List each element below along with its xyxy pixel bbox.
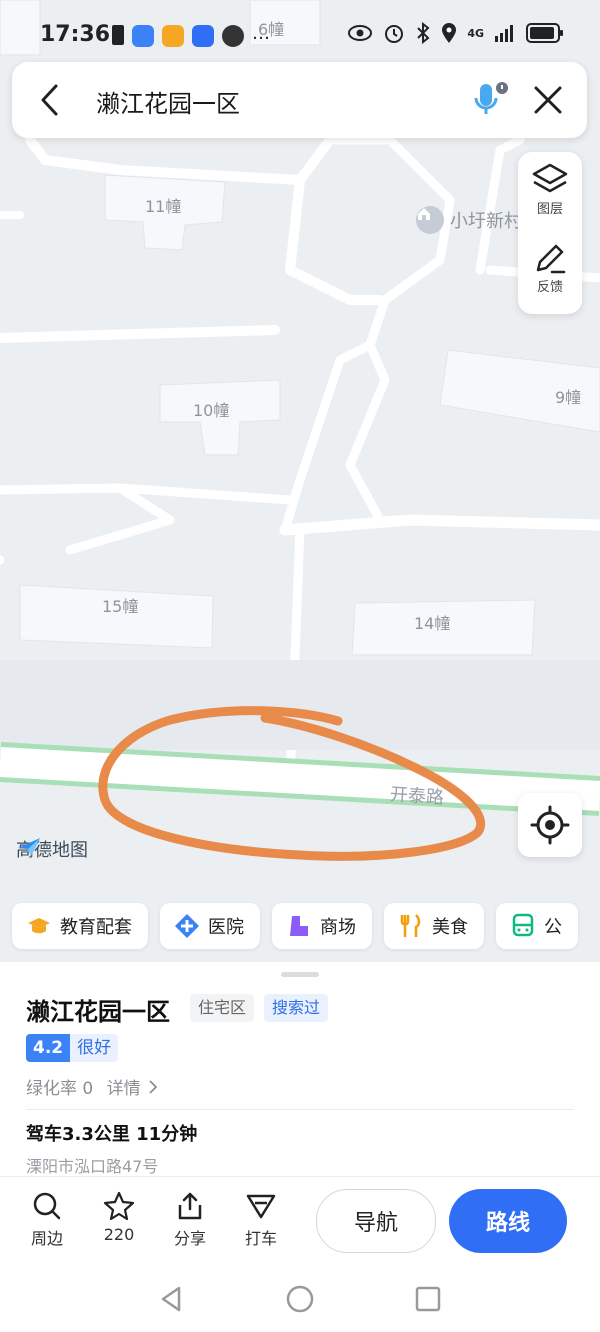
- status-time: 17:36: [40, 22, 111, 47]
- nav-home-icon[interactable]: [285, 1284, 315, 1314]
- layers-button[interactable]: 图层: [518, 162, 582, 242]
- chip-label: 公: [544, 917, 562, 938]
- taxi-icon: [246, 1194, 276, 1219]
- crosshair-icon: [530, 805, 570, 845]
- nearby-label: 周边: [30, 1229, 63, 1248]
- residential-icon: [416, 206, 444, 234]
- more-dots-icon: …: [252, 23, 270, 44]
- chip-bus[interactable]: 公: [496, 903, 578, 949]
- rating-badge: 4.2 很好: [26, 1034, 119, 1062]
- search-query-text[interactable]: 濑江花园一区: [96, 84, 240, 119]
- amap-logo: 高德地图: [16, 836, 88, 862]
- building-label-14: 14幢: [414, 614, 451, 633]
- nav-recents-icon[interactable]: [413, 1284, 443, 1314]
- alarm-icon: [385, 25, 404, 43]
- system-navigation-bar: [0, 1266, 600, 1332]
- chip-food[interactable]: 美食: [384, 903, 484, 949]
- app-icon: [192, 25, 214, 47]
- system-status-icons: 4G: [347, 22, 564, 44]
- favorites-count: 220: [103, 1225, 135, 1244]
- place-name: 濑江花园一区: [26, 998, 170, 1026]
- status-bar: 17:36 … 4G: [0, 0, 600, 70]
- address: 溧阳市泓口路47号: [26, 1157, 159, 1176]
- chip-education[interactable]: 教育配套: [12, 903, 148, 949]
- app-icon: [162, 25, 184, 47]
- chevron-right-icon: [149, 1080, 158, 1094]
- graduation-cap-icon: [28, 918, 50, 934]
- sim-alert-icon: [112, 25, 124, 45]
- locate-me-button[interactable]: [518, 793, 582, 857]
- hospital-cross-icon: [175, 914, 199, 938]
- search-bar[interactable]: 濑江花园一区: [12, 62, 587, 138]
- share-label: 分享: [173, 1229, 206, 1248]
- layers-label: 图层: [536, 202, 563, 217]
- nav-back-icon[interactable]: [157, 1284, 187, 1314]
- share-button[interactable]: 分享: [162, 1191, 218, 1249]
- drive-info: 驾车3.3公里 11分钟: [26, 1124, 198, 1145]
- feedback-button[interactable]: 反馈: [518, 242, 582, 322]
- place-detail-sheet[interactable]: 濑江花园一区 住宅区 搜索过 4.2 很好 绿化率 0 详情 驾车3.3公里 1…: [0, 962, 600, 1176]
- navigate-button[interactable]: 导航: [316, 1189, 436, 1253]
- mall-icon: [290, 916, 308, 936]
- sheet-drag-handle[interactable]: [281, 972, 319, 977]
- layers-icon: [532, 163, 568, 193]
- utensils-icon: [400, 914, 421, 937]
- taxi-label: 打车: [244, 1229, 277, 1248]
- eye-icon: [348, 25, 373, 41]
- place-type-tag: 住宅区: [190, 994, 255, 1022]
- searched-tag: 搜索过: [264, 994, 329, 1022]
- category-chips: 教育配套 医院 商场 美食 公: [12, 903, 578, 949]
- notification-icons: …: [112, 25, 270, 47]
- building-label-15: 15幢: [102, 597, 139, 616]
- close-icon[interactable]: [532, 84, 564, 116]
- chip-hospital[interactable]: 医院: [160, 903, 260, 949]
- road-label: 开泰路: [389, 784, 445, 809]
- star-icon: [103, 1191, 135, 1221]
- chip-label: 医院: [208, 917, 244, 938]
- chip-label: 教育配套: [60, 917, 132, 938]
- poi-label: 小圩新村: [450, 211, 522, 232]
- battery-icon: [526, 23, 563, 43]
- map-canvas: [0, 0, 600, 861]
- search-icon: [33, 1192, 61, 1220]
- rating-score: 4.2: [26, 1034, 71, 1062]
- share-icon: [178, 1192, 202, 1220]
- map-view[interactable]: 6幢 11幢 10幢 9幢 15幢 14幢 小圩新村 开泰路 高德地图: [0, 0, 600, 962]
- back-arrow-icon[interactable]: [38, 82, 62, 118]
- route-button[interactable]: 路线: [449, 1189, 567, 1253]
- message-icon: [132, 25, 154, 47]
- signal-icon: [495, 25, 513, 42]
- building-label-9: 9幢: [555, 388, 582, 407]
- building-label-10: 10幢: [193, 401, 230, 420]
- bus-icon: [512, 913, 534, 937]
- rating-word: 很好: [70, 1034, 119, 1062]
- chip-label: 商场: [320, 917, 356, 938]
- divider: [26, 1109, 574, 1110]
- bottom-action-bar: 周边 220 分享 打车 导航 路线: [0, 1176, 600, 1267]
- bluetooth-icon: [417, 22, 430, 44]
- building-label-11: 11幢: [145, 197, 182, 216]
- chip-mall[interactable]: 商场: [272, 903, 372, 949]
- poi-marker[interactable]: 小圩新村: [416, 206, 522, 234]
- map-tools-panel: 图层 反馈: [518, 152, 582, 314]
- voice-search-icon[interactable]: [472, 80, 508, 120]
- logo-icon: [18, 838, 40, 856]
- network-type: 4G: [467, 26, 484, 40]
- chip-label: 美食: [432, 917, 468, 938]
- nearby-button[interactable]: 周边: [19, 1191, 75, 1249]
- taxi-button[interactable]: 打车: [233, 1191, 289, 1249]
- feedback-label: 反馈: [536, 280, 563, 295]
- edit-pencil-icon: [536, 244, 566, 274]
- favorite-button[interactable]: 220: [91, 1191, 147, 1244]
- details-link[interactable]: 详情: [107, 1079, 141, 1099]
- app-icon: [222, 25, 244, 47]
- location-icon: [442, 23, 457, 43]
- greening-rate: 绿化率 0: [26, 1079, 94, 1099]
- greening-row[interactable]: 绿化率 0 详情: [26, 1074, 158, 1099]
